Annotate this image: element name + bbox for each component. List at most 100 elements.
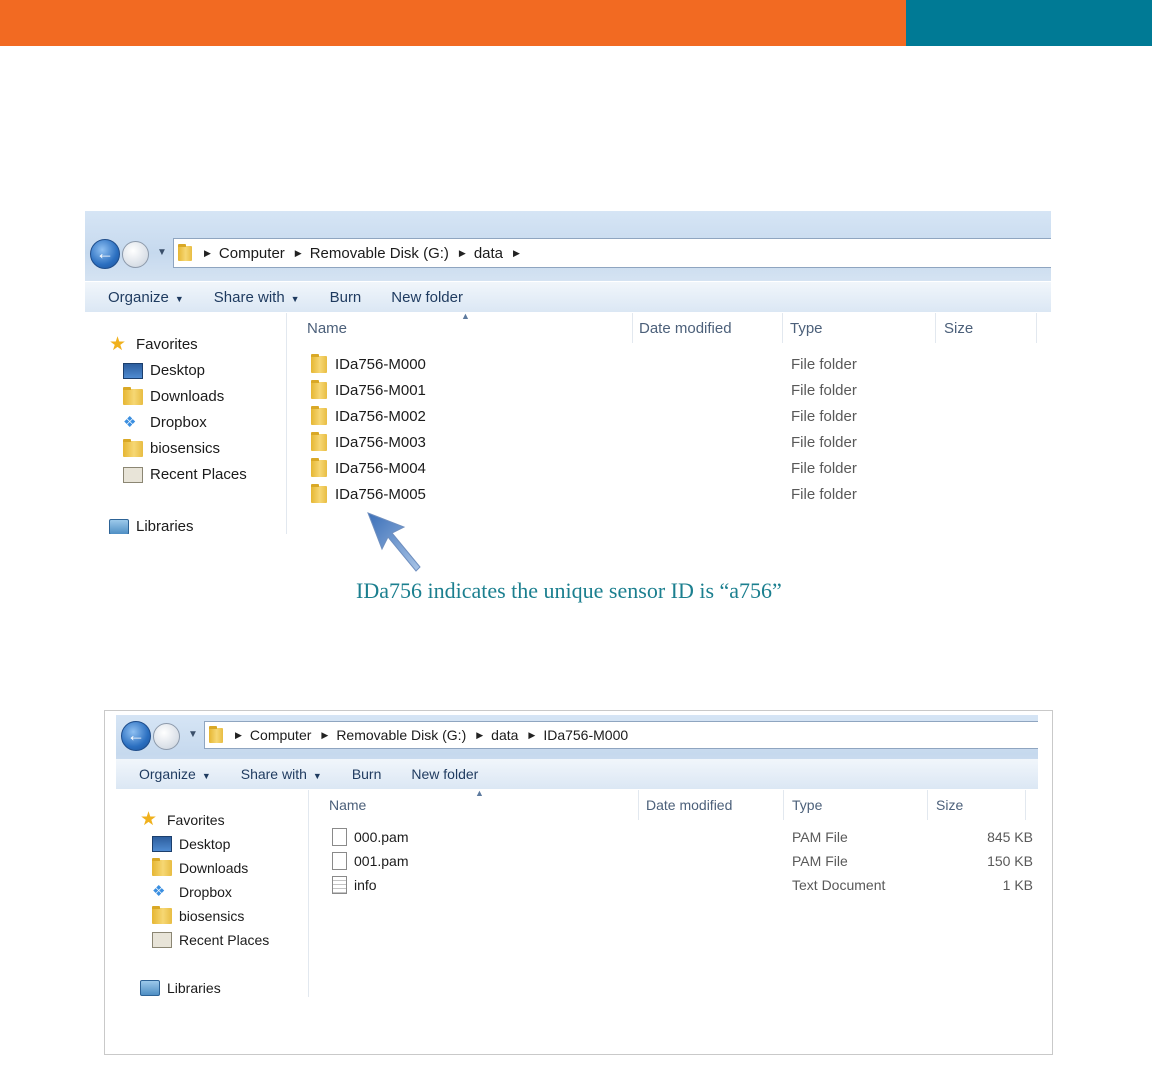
libraries-icon (140, 980, 160, 996)
star-icon: ★ (109, 333, 127, 355)
file-type: Text Document (792, 877, 886, 893)
column-header-size[interactable]: Size (936, 313, 1037, 343)
file-size: 150 KB (987, 853, 1033, 869)
file-type: File folder (791, 485, 857, 503)
folder-icon (152, 906, 172, 924)
chevron-right-icon[interactable]: ▶ (476, 730, 483, 741)
chevron-right-icon[interactable]: ▶ (321, 730, 328, 741)
file-row[interactable]: IDa756-M005 File folder (287, 481, 1051, 507)
nav-desktop[interactable]: Desktop (152, 836, 230, 852)
chevron-right-icon[interactable]: ▶ (235, 730, 242, 741)
recent-pages-dropdown-icon[interactable]: ▼ (157, 247, 167, 258)
nav-libraries[interactable]: Libraries (140, 980, 221, 996)
chevron-right-icon[interactable]: ▶ (513, 248, 520, 259)
recent-pages-dropdown-icon[interactable]: ▼ (188, 729, 198, 740)
nav-downloads[interactable]: Downloads (123, 386, 224, 405)
file-row[interactable]: IDa756-M003 File folder (287, 429, 1051, 455)
file-type: File folder (791, 407, 857, 425)
file-size: 1 KB (1002, 877, 1033, 893)
chevron-down-icon: ▼ (312, 771, 322, 781)
file-name: IDa756-M004 (335, 459, 426, 477)
address-field[interactable]: ▶ Computer ▶ Removable Disk (G:) ▶ data … (204, 721, 1038, 749)
folder-icon (311, 353, 327, 373)
address-field[interactable]: ▶ Computer ▶ Removable Disk (G:) ▶ data … (173, 238, 1051, 268)
chevron-down-icon: ▼ (290, 293, 300, 304)
folder-icon (311, 405, 327, 425)
header-band-teal (906, 0, 1152, 46)
nav-biosensics[interactable]: biosensics (152, 906, 244, 924)
chevron-down-icon: ▼ (174, 293, 184, 304)
breadcrumb-computer[interactable]: Computer (219, 245, 285, 262)
nav-biosensics[interactable]: biosensics (123, 438, 220, 457)
file-list: Name ▲ Date modified Type Size 000.pam PA… (309, 788, 1038, 997)
folder-icon (123, 438, 143, 457)
file-row[interactable]: IDa756-M001 File folder (287, 377, 1051, 403)
file-name: 001.pam (354, 853, 409, 869)
column-header-date-modified[interactable]: Date modified (633, 313, 783, 343)
back-button[interactable]: ← (121, 721, 151, 751)
chevron-down-icon: ▼ (201, 771, 211, 781)
new-folder-button[interactable]: New folder (411, 766, 478, 782)
nav-desktop[interactable]: Desktop (123, 362, 205, 379)
file-row[interactable]: info Text Document 1 KB (309, 873, 1038, 897)
nav-dropbox[interactable]: ❖ Dropbox (123, 414, 207, 431)
chevron-right-icon[interactable]: ▶ (459, 248, 466, 259)
folder-icon (311, 379, 327, 399)
chevron-right-icon[interactable]: ▶ (204, 248, 211, 259)
organize-button[interactable]: Organize ▼ (108, 289, 184, 306)
column-header-date-modified[interactable]: Date modified (639, 790, 784, 820)
share-with-button[interactable]: Share with ▼ (214, 289, 300, 306)
file-name: 000.pam (354, 829, 409, 845)
breadcrumb-data[interactable]: data (491, 727, 518, 743)
nav-favorites[interactable]: ★ Favorites (140, 810, 225, 829)
navigation-pane: ★ Favorites Desktop Downloads ❖ Dropbox bi… (116, 790, 309, 997)
burn-button[interactable]: Burn (330, 289, 362, 306)
file-size: 845 KB (987, 829, 1033, 845)
dropbox-icon: ❖ (123, 413, 137, 431)
back-button[interactable]: ← (90, 239, 120, 269)
nav-downloads[interactable]: Downloads (152, 858, 248, 876)
file-type: File folder (791, 459, 857, 477)
breadcrumb-ida756-m000[interactable]: IDa756-M000 (543, 727, 628, 743)
file-type: File folder (791, 355, 857, 373)
file-name: IDa756-M002 (335, 407, 426, 425)
folder-icon (311, 457, 327, 477)
nav-favorites[interactable]: ★ Favorites (109, 333, 198, 355)
column-header-type[interactable]: Type (783, 313, 936, 343)
chevron-right-icon[interactable]: ▶ (295, 248, 302, 259)
command-bar: Organize ▼ Share with ▼ Burn New folder (116, 759, 1038, 789)
file-type: PAM File (792, 853, 848, 869)
breadcrumb-data[interactable]: data (474, 245, 503, 262)
column-header-name[interactable]: Name ▲ (287, 311, 633, 343)
forward-button[interactable] (122, 241, 149, 268)
sort-ascending-icon: ▲ (461, 311, 470, 321)
column-header-size[interactable]: Size (928, 790, 1026, 820)
column-header-type[interactable]: Type (784, 790, 928, 820)
chevron-right-icon[interactable]: ▶ (528, 730, 535, 741)
organize-button[interactable]: Organize ▼ (139, 766, 211, 782)
file-type: File folder (791, 433, 857, 451)
nav-recent-places[interactable]: Recent Places (152, 932, 269, 948)
breadcrumb-computer[interactable]: Computer (250, 727, 311, 743)
forward-button[interactable] (153, 723, 180, 750)
file-row[interactable]: IDa756-M002 File folder (287, 403, 1051, 429)
file-row[interactable]: IDa756-M004 File folder (287, 455, 1051, 481)
nav-dropbox[interactable]: ❖ Dropbox (152, 884, 232, 901)
column-header-name[interactable]: Name ▲ (309, 788, 639, 820)
command-bar: Organize ▼ Share with ▼ Burn New folder (85, 282, 1051, 312)
file-type: File folder (791, 381, 857, 399)
file-name: IDa756-M000 (335, 355, 426, 373)
file-row[interactable]: 001.pam PAM File 150 KB (309, 849, 1038, 873)
new-folder-button[interactable]: New folder (391, 289, 463, 306)
file-row[interactable]: 000.pam PAM File 845 KB (309, 825, 1038, 849)
nav-libraries[interactable]: Libraries (109, 518, 194, 534)
file-icon (332, 828, 347, 846)
breadcrumb-removable-disk[interactable]: Removable Disk (G:) (336, 727, 466, 743)
nav-recent-places[interactable]: Recent Places (123, 466, 247, 483)
share-with-button[interactable]: Share with ▼ (241, 766, 322, 782)
file-name: info (354, 877, 377, 893)
breadcrumb-removable-disk[interactable]: Removable Disk (G:) (310, 245, 449, 262)
burn-button[interactable]: Burn (352, 766, 382, 782)
file-type: PAM File (792, 829, 848, 845)
file-row[interactable]: IDa756-M000 File folder (287, 351, 1051, 377)
